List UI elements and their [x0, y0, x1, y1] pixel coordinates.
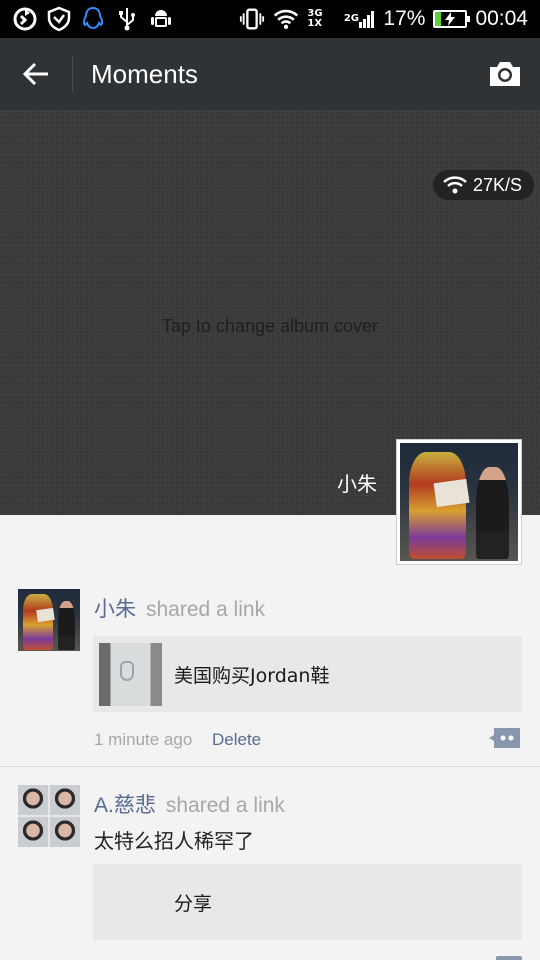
clock: 00:04: [475, 7, 528, 30]
avatar[interactable]: [18, 785, 80, 847]
arrow-left-icon: [22, 62, 48, 86]
wifi-icon: [273, 6, 299, 32]
back-button[interactable]: [0, 38, 72, 110]
network-2g-label: 2G: [343, 13, 359, 24]
network-speed-badge: 27K/S: [432, 170, 534, 200]
post-nickname[interactable]: A.慈悲: [94, 794, 156, 817]
signal-3g-icon: 3G 1X: [307, 6, 335, 32]
status-left: [0, 0, 174, 38]
android-debug-icon: [148, 6, 174, 32]
usb-icon: [114, 6, 140, 32]
post-headline: A.慈悲 shared a link: [94, 789, 285, 819]
post-nickname[interactable]: 小朱: [94, 598, 136, 621]
profile-photo: [400, 443, 518, 561]
comment-button[interactable]: [496, 956, 522, 960]
cover-user-name[interactable]: 小朱: [337, 468, 377, 497]
vibrate-icon: [239, 6, 265, 32]
title-divider: [72, 56, 73, 92]
post-action: shared a link: [165, 794, 285, 817]
delete-button[interactable]: Delete: [212, 730, 261, 750]
battery-charging-icon: [433, 10, 471, 28]
status-right: 3G 1X 2G 17% 00:04: [239, 0, 540, 38]
signal-2g-icon: 2G: [343, 6, 375, 32]
shared-link-card[interactable]: 分享: [93, 864, 522, 940]
network-1x-label: 1X: [307, 18, 323, 29]
link-thumbnail: [99, 642, 162, 706]
comment-button[interactable]: [488, 726, 522, 750]
shield-icon: [46, 6, 72, 32]
wifi-icon: [443, 176, 467, 194]
link-title: 分享: [174, 892, 213, 915]
avatar-tile: [18, 785, 48, 815]
status-bar: 3G 1X 2G 17% 00:04: [0, 0, 540, 38]
link-thumbnail: [99, 870, 162, 934]
network-speed: 27K/S: [472, 174, 522, 195]
avatar-tile: [50, 785, 80, 815]
battery-level: [435, 12, 441, 26]
avatar-tile: [50, 817, 80, 847]
post-action: shared a link: [146, 598, 266, 621]
battery-percent: 17%: [383, 7, 426, 30]
shared-link-card[interactable]: 美国购买Jordan鞋: [93, 636, 522, 712]
camera-icon: [490, 62, 520, 86]
avatar-photo: [18, 589, 80, 651]
post-time: 1 minute ago: [94, 730, 193, 749]
link-title: 美国购买Jordan鞋: [174, 664, 330, 687]
camera-button[interactable]: [470, 38, 540, 110]
comment-icon: [489, 728, 520, 748]
post-text: 太特么招人稀罕了: [94, 829, 254, 853]
qq-penguin-icon: [80, 6, 106, 32]
sync-icon: [12, 6, 38, 32]
page-title: Moments: [91, 58, 198, 89]
title-bar: Moments: [0, 38, 540, 110]
avatar[interactable]: [18, 589, 80, 651]
profile-avatar[interactable]: [396, 439, 522, 565]
album-cover-hint: Tap to change album cover: [161, 316, 379, 336]
avatar-tile: [18, 817, 48, 847]
post-divider: [0, 766, 540, 767]
post-headline: 小朱 shared a link: [94, 593, 265, 623]
